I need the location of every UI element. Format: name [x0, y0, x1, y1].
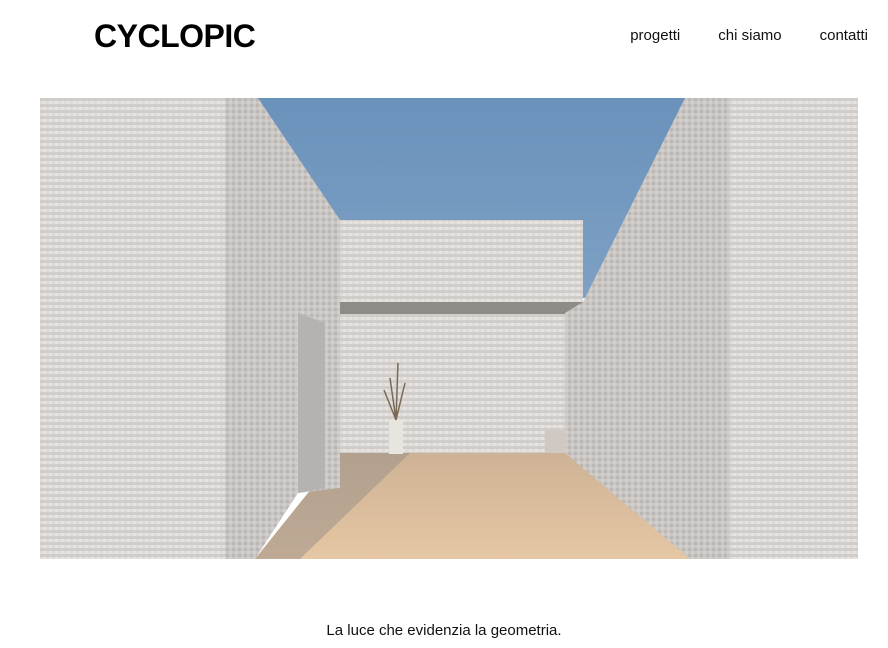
- nav-link-chi-siamo[interactable]: chi siamo: [718, 27, 781, 44]
- nav-link-contatti[interactable]: contatti: [820, 27, 868, 44]
- lintel-underside: [338, 302, 583, 314]
- right-front-wall: [730, 98, 858, 559]
- lintel: [338, 220, 583, 302]
- plant-pot: [389, 420, 403, 454]
- nav-link-progetti[interactable]: progetti: [630, 27, 680, 44]
- hero-image: [40, 98, 858, 559]
- back-wall: [340, 313, 570, 453]
- main-nav: progetti chi siamo contatti: [630, 27, 868, 44]
- brand-logo[interactable]: CYCLOPIC: [94, 18, 256, 55]
- left-front-wall: [40, 98, 225, 559]
- left-doorway: [298, 313, 325, 493]
- hero-caption: La luce che evidenzia la geometria.: [326, 622, 562, 639]
